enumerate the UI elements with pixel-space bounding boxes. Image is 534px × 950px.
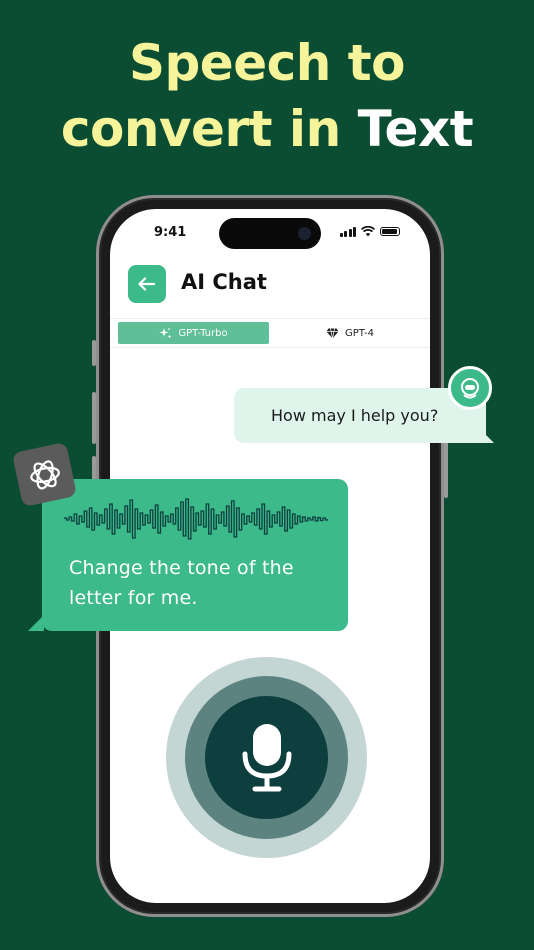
arrow-left-icon bbox=[138, 277, 156, 291]
headline-line2-part1: convert in bbox=[60, 100, 341, 158]
microphone-icon bbox=[242, 723, 291, 791]
diamond-icon bbox=[326, 327, 339, 339]
mic-button-middle-ring bbox=[185, 676, 348, 839]
chatbot-avatar bbox=[448, 366, 492, 410]
tab-gpt-4[interactable]: GPT-4 bbox=[280, 322, 420, 344]
mic-button[interactable] bbox=[205, 696, 328, 819]
status-icons bbox=[339, 226, 400, 237]
status-time: 9:41 bbox=[154, 225, 187, 240]
mic-button-outer-ring[interactable] bbox=[166, 657, 367, 858]
bot-message-text: How may I help you? bbox=[271, 406, 439, 425]
camera-icon bbox=[298, 227, 311, 240]
wifi-icon bbox=[361, 226, 375, 237]
headline: Speech to convert in Text bbox=[0, 30, 534, 162]
page-title: AI Chat bbox=[181, 270, 267, 294]
dynamic-island bbox=[219, 218, 321, 249]
tab-gpt-turbo-label: GPT-Turbo bbox=[178, 327, 228, 339]
back-button[interactable] bbox=[128, 265, 166, 303]
headline-line2-part2: Text bbox=[357, 100, 474, 158]
tab-gpt-4-label: GPT-4 bbox=[345, 327, 374, 339]
chatbot-avatar-icon bbox=[461, 378, 479, 399]
tab-gpt-turbo[interactable]: GPT-Turbo bbox=[118, 322, 269, 344]
bot-message-bubble: How may I help you? bbox=[234, 388, 494, 443]
sound-wave-icon bbox=[64, 498, 328, 540]
signal-icon bbox=[339, 226, 356, 237]
openai-logo-icon bbox=[29, 459, 60, 490]
headline-line1: Speech to bbox=[128, 34, 406, 92]
user-message-text: Change the tone of the letter for me. bbox=[69, 557, 294, 609]
openai-logo bbox=[11, 441, 78, 508]
user-message-bubble: Change the tone of the letter for me. bbox=[28, 479, 348, 631]
model-tabs: GPT-Turbo GPT-4 bbox=[110, 318, 430, 348]
sound-wave-path bbox=[64, 498, 328, 540]
battery-icon bbox=[380, 227, 400, 236]
sparkles-icon bbox=[159, 327, 172, 338]
